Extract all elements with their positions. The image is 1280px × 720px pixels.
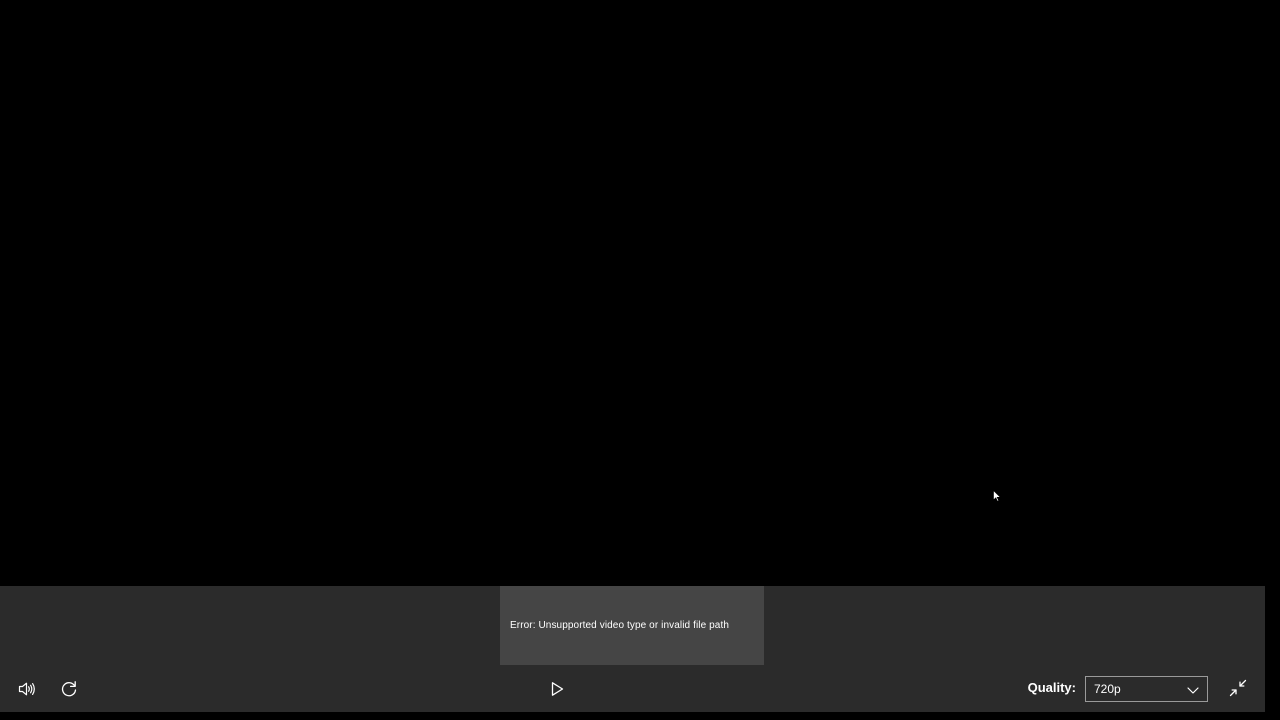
chevron-down-icon <box>1187 684 1199 698</box>
video-display[interactable] <box>0 0 1280 586</box>
play-button[interactable] <box>544 676 570 702</box>
exit-fullscreen-icon <box>1229 679 1247 697</box>
quality-label: Quality: <box>1027 680 1076 695</box>
mouse-pointer-icon <box>993 489 1002 502</box>
quality-selected-value: 720p <box>1094 682 1121 696</box>
control-bar: Error: Unsupported video type or invalid… <box>0 586 1265 712</box>
volume-button[interactable] <box>12 677 42 701</box>
volume-icon <box>18 682 36 696</box>
play-icon <box>549 681 565 697</box>
error-message: Error: Unsupported video type or invalid… <box>500 586 764 665</box>
video-player: Error: Unsupported video type or invalid… <box>0 0 1280 720</box>
replay-button[interactable] <box>56 676 82 702</box>
bottom-edge <box>0 712 1280 720</box>
replay-icon <box>60 680 78 698</box>
quality-dropdown[interactable]: 720p <box>1085 676 1208 702</box>
error-message-text: Error: Unsupported video type or invalid… <box>510 620 730 631</box>
exit-fullscreen-button[interactable] <box>1226 676 1250 700</box>
